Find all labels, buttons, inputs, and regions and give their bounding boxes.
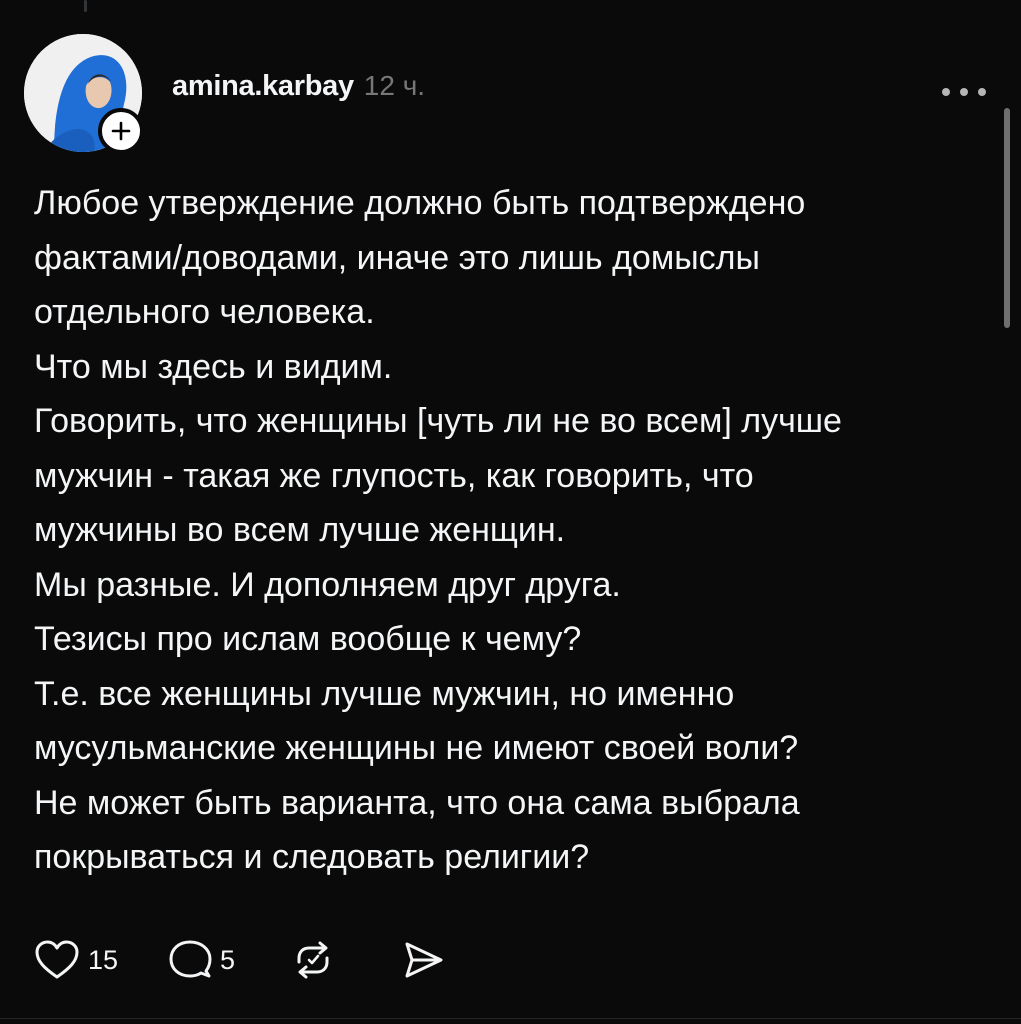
reply-count: 5 [220, 944, 236, 975]
author-username[interactable]: amina.karbay [172, 70, 354, 103]
reply-button[interactable]: 5 [168, 939, 235, 981]
post-text-line: отдельного человека. [34, 293, 375, 331]
thread-connector-line [84, 0, 87, 12]
more-options-icon[interactable] [942, 82, 986, 102]
post-text-line: Говорить, что женщины [чуть ли не во все… [34, 402, 842, 440]
post-text-line: мужчин - такая же глупость, как говорить… [34, 456, 754, 495]
repost-icon [297, 941, 329, 979]
post-text: Любое утверждение должно быть подтвержде… [34, 176, 994, 885]
post-action-bar: 15 5 [34, 938, 445, 982]
like-count: 15 [88, 944, 119, 975]
post-text-line: мужчины во всем лучше женщин. [34, 511, 566, 549]
post-text-line: Т.е. все женщины лучше мужчин, но именно [34, 674, 735, 713]
post-timestamp[interactable]: 12 ч. [364, 70, 425, 102]
plus-icon [111, 121, 131, 141]
post-text-line: Не может быть варианта, что она сама выб… [34, 783, 800, 822]
post-text-line: мусульманские женщины не имеют своей вол… [34, 729, 799, 767]
post-text-line: Любое утверждение должно быть подтвержде… [34, 184, 806, 222]
post-text-line: фактами/доводами, иначе это лишь домыслы [34, 238, 760, 277]
scrollbar[interactable] [1004, 108, 1010, 328]
post-text-line: Что мы здесь и видим. [34, 347, 393, 386]
comment-bubble-icon [169, 940, 212, 978]
like-button[interactable]: 15 [34, 939, 118, 981]
post-text-line: покрываться и следовать религии? [34, 838, 590, 876]
repost-button[interactable] [293, 940, 333, 980]
post-text-line: Тезисы про ислам вообще к чему? [34, 620, 582, 658]
post-divider [0, 1018, 1021, 1019]
post-text-line: Мы разные. И дополняем друг друга. [34, 565, 621, 604]
post-header: amina.karbay 12 ч. [172, 70, 425, 103]
author-avatar-container[interactable] [24, 34, 144, 154]
heart-icon [35, 940, 79, 979]
share-button[interactable] [401, 940, 445, 980]
send-icon [405, 942, 443, 978]
follow-button[interactable] [98, 108, 144, 154]
